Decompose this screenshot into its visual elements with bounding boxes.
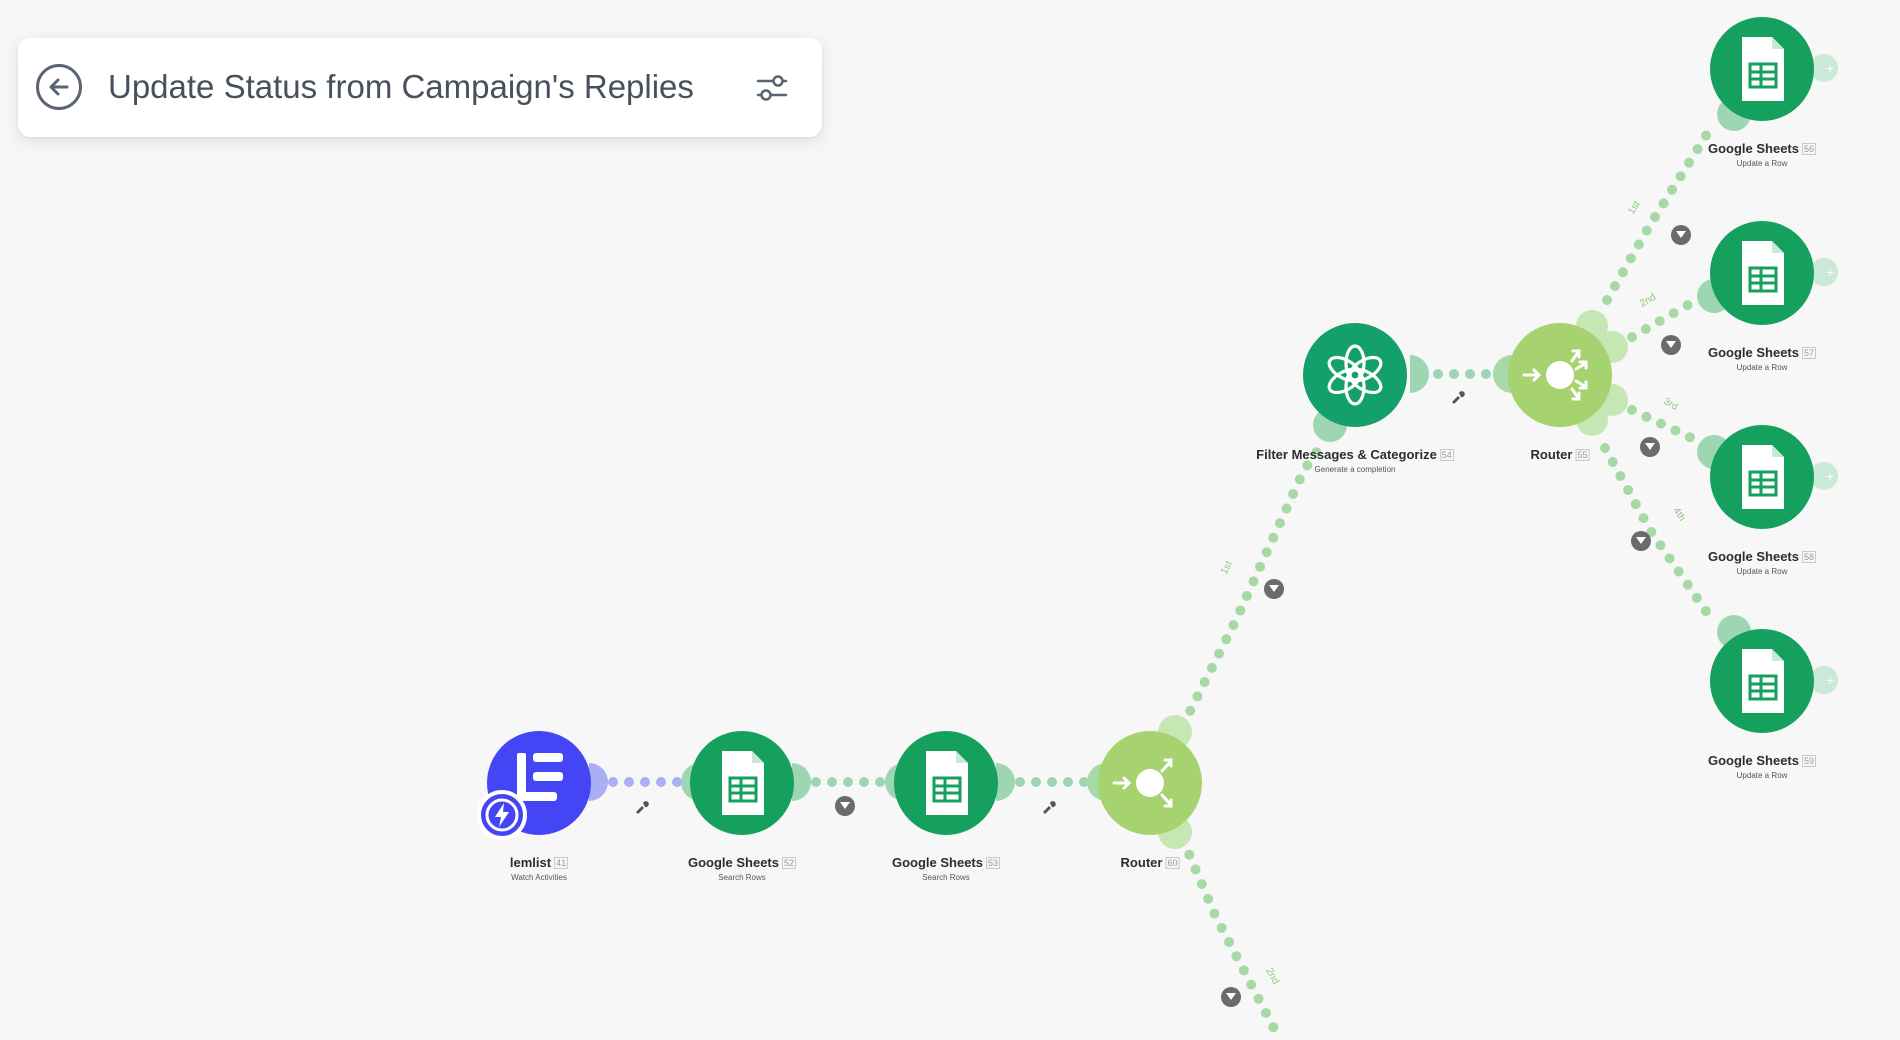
settings-button[interactable] xyxy=(754,70,790,106)
module-number: 60 xyxy=(1165,857,1180,869)
connection-router60-down xyxy=(1178,835,1285,1040)
ear-lemlist-out xyxy=(589,763,608,801)
module-label-sheets57: Google Sheets 57 Update a Row xyxy=(1707,344,1817,372)
module-name: Router xyxy=(1120,855,1163,870)
trigger-badge[interactable] xyxy=(477,790,527,840)
module-router-55[interactable] xyxy=(1508,323,1612,427)
module-label-sheets59: Google Sheets 59 Update a Row xyxy=(1707,752,1817,780)
module-openai-54[interactable] xyxy=(1303,323,1407,427)
router-icon xyxy=(1112,758,1173,808)
sliders-icon xyxy=(756,75,788,101)
module-number: 41 xyxy=(554,857,569,869)
module-subtitle: Search Rows xyxy=(922,873,970,882)
module-subtitle: Update a Row xyxy=(1736,771,1788,780)
module-router-60[interactable] xyxy=(1098,731,1202,835)
filter-icon[interactable] xyxy=(1631,531,1651,551)
ear-sheets52-out xyxy=(792,763,811,801)
route-label: 4th xyxy=(1670,506,1687,524)
arrow-left-circle-icon xyxy=(49,78,69,96)
connection-router55-sheets58 xyxy=(1627,405,1705,447)
plus-icon: + xyxy=(1826,672,1834,688)
module-subtitle: Generate a completion xyxy=(1314,465,1396,474)
module-label-sheets52: Google Sheets 52 Search Rows xyxy=(687,854,797,882)
module-name: Filter Messages & Categorize xyxy=(1256,447,1437,462)
connection-router60-openai54 xyxy=(1178,442,1325,730)
module-label-sheets56: Google Sheets 56 Update a Row xyxy=(1707,140,1817,168)
module-name: Router xyxy=(1530,447,1573,462)
filter-icon[interactable] xyxy=(1640,437,1660,457)
module-number: 54 xyxy=(1439,449,1454,461)
module-number: 52 xyxy=(782,857,797,869)
module-google-sheets-57[interactable] xyxy=(1710,221,1814,325)
module-name: Google Sheets xyxy=(1707,141,1800,156)
google-sheets-icon xyxy=(926,751,968,815)
module-label-sheets53: Google Sheets 53 Search Rows xyxy=(891,854,1001,882)
google-sheets-icon xyxy=(722,751,764,815)
module-name: Google Sheets xyxy=(1707,345,1800,360)
back-button[interactable] xyxy=(36,64,82,110)
wrench-icon[interactable] xyxy=(1452,391,1465,404)
module-number: 56 xyxy=(1802,143,1817,155)
connection-router55-sheets59 xyxy=(1600,443,1717,625)
module-label-router60: Router 60 xyxy=(1121,854,1180,872)
module-number: 58 xyxy=(1802,551,1817,563)
google-sheets-icon xyxy=(1742,649,1784,713)
filter-icon[interactable] xyxy=(1264,579,1284,599)
module-subtitle: Watch Activities xyxy=(511,873,567,882)
module-name: Google Sheets xyxy=(1707,753,1800,768)
module-google-sheets-52[interactable] xyxy=(690,731,794,835)
router-icon xyxy=(1522,349,1588,401)
module-label-openai54: Filter Messages & Categorize 54 Generate … xyxy=(1256,446,1454,474)
module-subtitle: Update a Row xyxy=(1736,567,1788,576)
openai-icon xyxy=(1327,344,1383,406)
module-subtitle: Update a Row xyxy=(1736,159,1788,168)
plus-icon: + xyxy=(1826,60,1834,76)
connection-router55-sheets56 xyxy=(1602,121,1717,305)
filter-icon[interactable] xyxy=(1661,335,1681,355)
filter-icon[interactable] xyxy=(1221,987,1241,1007)
module-label-router55: Router 55 xyxy=(1531,446,1590,464)
module-name: Google Sheets xyxy=(687,855,780,870)
module-name: Google Sheets xyxy=(891,855,984,870)
ear-openai54-out xyxy=(1410,355,1429,393)
route-label: 2nd xyxy=(1263,966,1281,986)
ear-sheets53-out xyxy=(996,763,1015,801)
module-subtitle: Search Rows xyxy=(718,873,766,882)
wrench-icon[interactable] xyxy=(1043,801,1056,814)
route-label: 1st xyxy=(1626,199,1643,216)
module-number: 59 xyxy=(1802,755,1817,767)
plus-icon: + xyxy=(1826,264,1834,280)
google-sheets-icon xyxy=(1742,445,1784,509)
module-google-sheets-53[interactable] xyxy=(894,731,998,835)
google-sheets-icon xyxy=(1742,37,1784,101)
connections xyxy=(592,121,1717,1040)
google-sheets-icon xyxy=(1742,241,1784,305)
module-google-sheets-56[interactable] xyxy=(1710,17,1814,121)
module-name: Google Sheets xyxy=(1707,549,1800,564)
filter-icon[interactable] xyxy=(1671,225,1691,245)
route-label: 2nd xyxy=(1638,292,1658,310)
route-label: 3rd xyxy=(1662,396,1680,413)
module-name: lemlist xyxy=(509,855,552,870)
scenario-title[interactable]: Update Status from Campaign's Replies xyxy=(108,64,694,110)
lightning-icon xyxy=(485,798,519,832)
wrench-icon[interactable] xyxy=(636,801,649,814)
module-google-sheets-59[interactable] xyxy=(1710,629,1814,733)
scenario-header: Update Status from Campaign's Replies xyxy=(18,38,822,137)
module-number: 57 xyxy=(1802,347,1817,359)
module-google-sheets-58[interactable] xyxy=(1710,425,1814,529)
filter-icon[interactable] xyxy=(835,796,855,816)
module-label-sheets58: Google Sheets 58 Update a Row xyxy=(1707,548,1817,576)
plus-icon: + xyxy=(1826,468,1834,484)
route-label: 1st xyxy=(1219,559,1235,576)
module-number: 55 xyxy=(1575,449,1590,461)
module-number: 53 xyxy=(986,857,1001,869)
module-label-lemlist: lemlist 41 Watch Activities xyxy=(509,854,569,882)
module-subtitle: Update a Row xyxy=(1736,363,1788,372)
scenario-canvas[interactable]: + + + + 1st 2nd 1st 2nd 3rd 4th xyxy=(0,0,1900,1040)
